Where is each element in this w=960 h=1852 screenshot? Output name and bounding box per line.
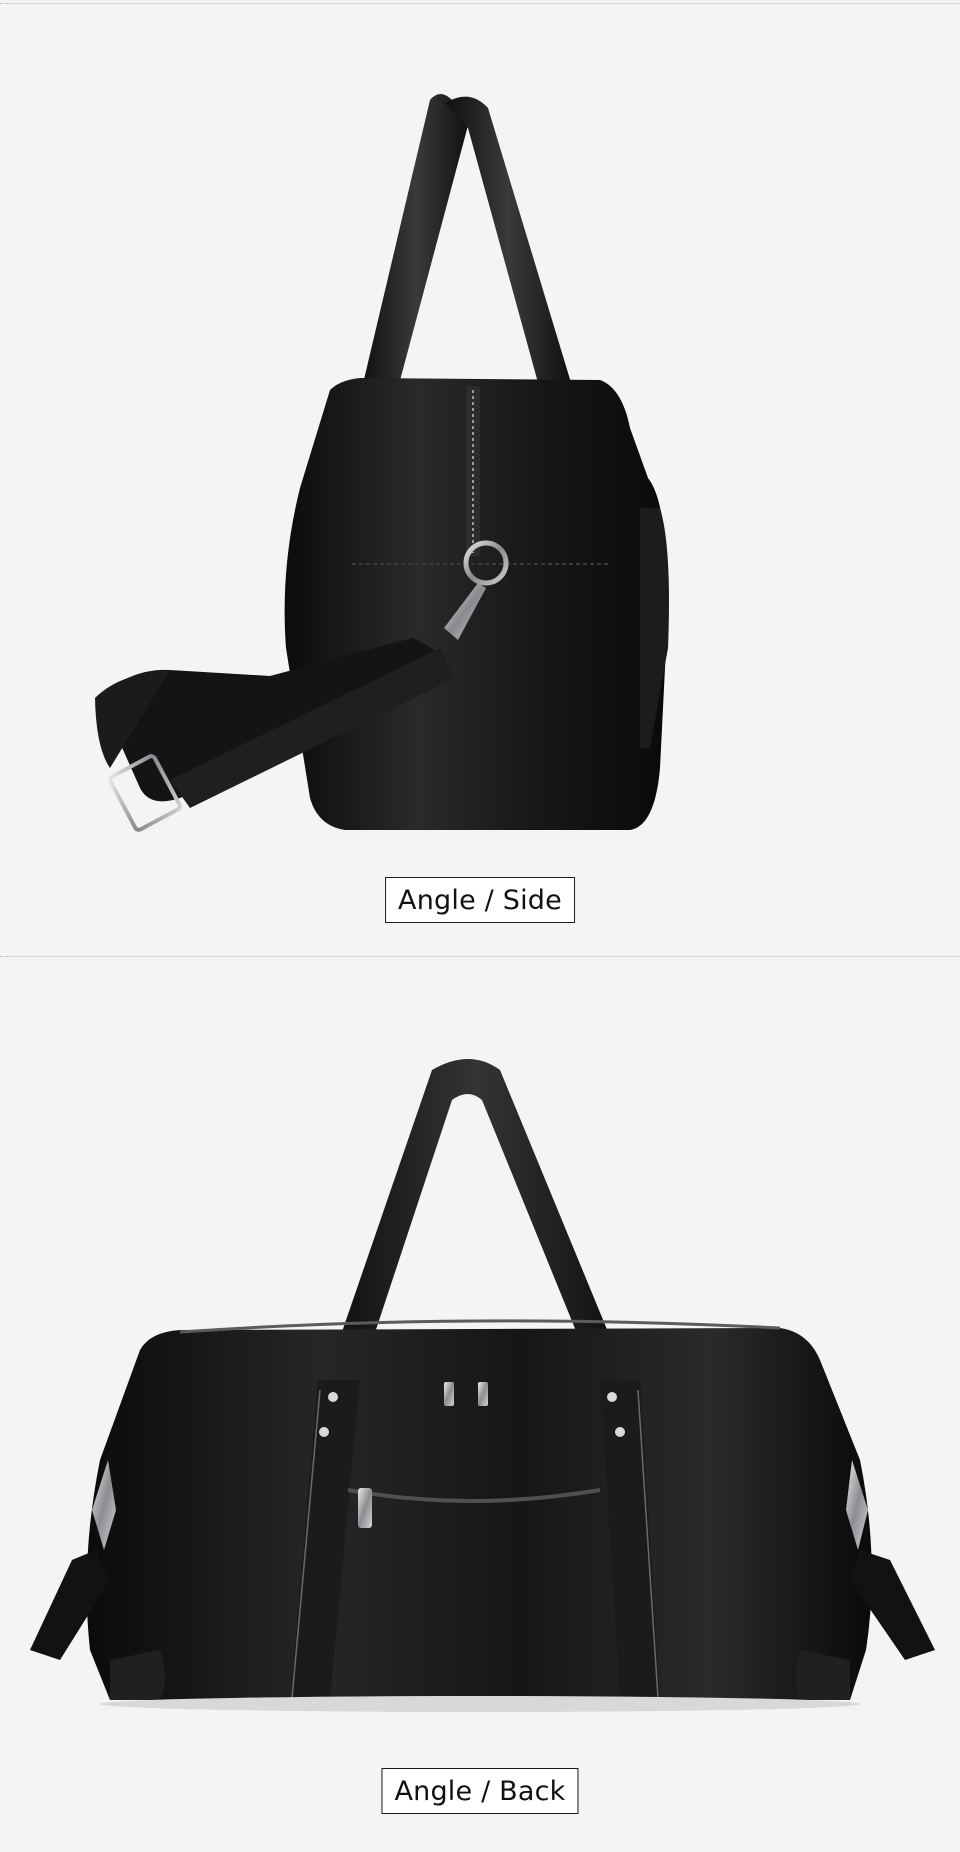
bag-side-photo bbox=[0, 8, 960, 868]
handle-left bbox=[362, 94, 470, 388]
top-divider bbox=[0, 3, 960, 4]
caption-side: Angle / Side bbox=[385, 877, 575, 924]
caption-back: Angle / Back bbox=[381, 1768, 579, 1815]
bag-side-illustration bbox=[95, 94, 669, 832]
bag-back-illustration bbox=[30, 1059, 935, 1712]
bag-back-photo bbox=[0, 960, 960, 1760]
section-divider bbox=[0, 956, 960, 957]
